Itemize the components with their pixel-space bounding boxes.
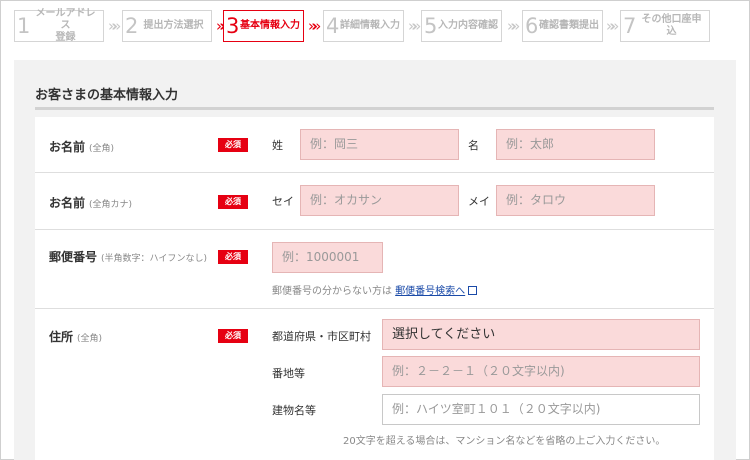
section-title: お客さまの基本情報入力 (35, 88, 179, 103)
step-label: 基本情報入力 (240, 20, 300, 31)
basic-info-form: お名前 (全角) 必須 姓 例：岡三 名 例：太郎 お名前 (全角カナ) 必須 セイ… (35, 117, 714, 460)
postal-help: 郵便番号の分からない方は 郵便番号検索へ (272, 282, 478, 297)
step-number: 1 (17, 14, 31, 38)
step-label: 入力内容確認 (438, 20, 498, 31)
form-panel: お客さまの基本情報入力 お名前 (全角) 必須 姓 例：岡三 名 例：太郎 お名前… (14, 60, 736, 460)
step-arrow-icon: »» (108, 17, 122, 35)
required-badge: 必須 (218, 329, 248, 343)
step-arrow-icon: »» (408, 17, 422, 35)
postal-code-input[interactable]: 例：1000001 (272, 242, 383, 273)
field-label: お名前 (全角) (49, 138, 114, 155)
field-label: お名前 (全角カナ) (49, 194, 132, 211)
address-note: 20文字を超える場合は、マンション名などを省略の上ご入力ください。 (343, 436, 666, 447)
step-2: 2 提出方法選択 (122, 10, 212, 42)
step-number: 3 (226, 14, 240, 38)
first-name-input[interactable]: 例：太郎 (496, 129, 655, 160)
first-name-label: 名 (468, 139, 479, 152)
field-label: 郵便番号 (半角数字：ハイフンなし) (49, 248, 207, 265)
form-row-name-kana: お名前 (全角カナ) 必須 セイ 例：オカサン メイ 例：タロウ (35, 173, 714, 230)
field-label-text: 郵便番号 (49, 250, 98, 264)
step-number: 4 (326, 14, 340, 38)
field-label-hint: (全角カナ) (89, 200, 133, 210)
postal-search-link[interactable]: 郵便番号検索へ (395, 286, 465, 297)
step-arrow-icon: »» (507, 17, 521, 35)
step-4: 4 詳細情報入力 (323, 10, 404, 42)
step-number: 5 (424, 14, 438, 38)
field-label-text: お名前 (49, 140, 86, 154)
step-arrow-icon: »» (606, 17, 620, 35)
last-name-kana-label: セイ (272, 195, 294, 208)
field-label: 住所 (全角) (49, 328, 102, 345)
field-label-hint: (全角) (77, 334, 103, 344)
last-name-label: 姓 (272, 139, 283, 152)
prefecture-city-label: 都道府県・市区町村 (272, 330, 371, 343)
last-name-kana-input[interactable]: 例：オカサン (300, 185, 459, 216)
step-label: その他口座申込 (641, 14, 702, 37)
step-number: 2 (125, 14, 139, 38)
step-label-line1: メールアドレス (35, 8, 96, 31)
step-label-line2: 登録 (55, 32, 76, 43)
field-label-text: 住所 (49, 330, 74, 344)
step-6: 6 確認書類提出 (522, 10, 603, 42)
last-name-input[interactable]: 例：岡三 (300, 129, 459, 160)
form-row-name: お名前 (全角) 必須 姓 例：岡三 名 例：太郎 (35, 117, 714, 173)
step-7: 7 その他口座申込 (620, 10, 710, 42)
building-name-input[interactable]: 例：ハイツ室町１０１（２０文字以内) (382, 394, 700, 425)
external-link-icon[interactable] (468, 286, 478, 295)
first-name-kana-label: メイ (468, 195, 490, 208)
postal-help-text: 郵便番号の分からない方は (272, 286, 392, 297)
required-badge: 必須 (218, 195, 248, 209)
field-label-hint: (半角数字：ハイフンなし) (101, 254, 208, 264)
street-address-label: 番地等 (272, 367, 305, 380)
step-number: 7 (623, 14, 637, 38)
step-5: 5 入力内容確認 (421, 10, 502, 42)
step-label: 確認書類提出 (539, 20, 599, 31)
required-badge: 必須 (218, 250, 248, 264)
step-label: 詳細情報入力 (340, 20, 400, 31)
required-badge: 必須 (218, 138, 248, 152)
step-number: 6 (525, 14, 539, 38)
field-label-hint: (全角) (89, 144, 115, 154)
step-1: 1 メールアドレス 登録 (14, 8, 104, 44)
building-name-label: 建物名等 (272, 404, 316, 417)
step-3-current: 3 基本情報入力 (223, 10, 304, 42)
step-arrow-icon: »» (308, 17, 322, 35)
section-divider (35, 107, 714, 110)
step-label: メールアドレス 登録 (31, 8, 103, 44)
prefecture-city-select[interactable]: 選択してください (382, 319, 700, 350)
street-address-input[interactable]: 例：２－２－１（２０文字以内) (382, 356, 700, 387)
form-row-address: 住所 (全角) 必須 都道府県・市区町村 選択してください 番地等 例：２－２－１… (35, 309, 714, 460)
field-label-text: お名前 (49, 196, 86, 210)
step-label: 提出方法選択 (143, 20, 204, 31)
form-row-postal-code: 郵便番号 (半角数字：ハイフンなし) 必須 例：1000001 郵便番号の分からな… (35, 230, 714, 309)
first-name-kana-input[interactable]: 例：タロウ (496, 185, 655, 216)
